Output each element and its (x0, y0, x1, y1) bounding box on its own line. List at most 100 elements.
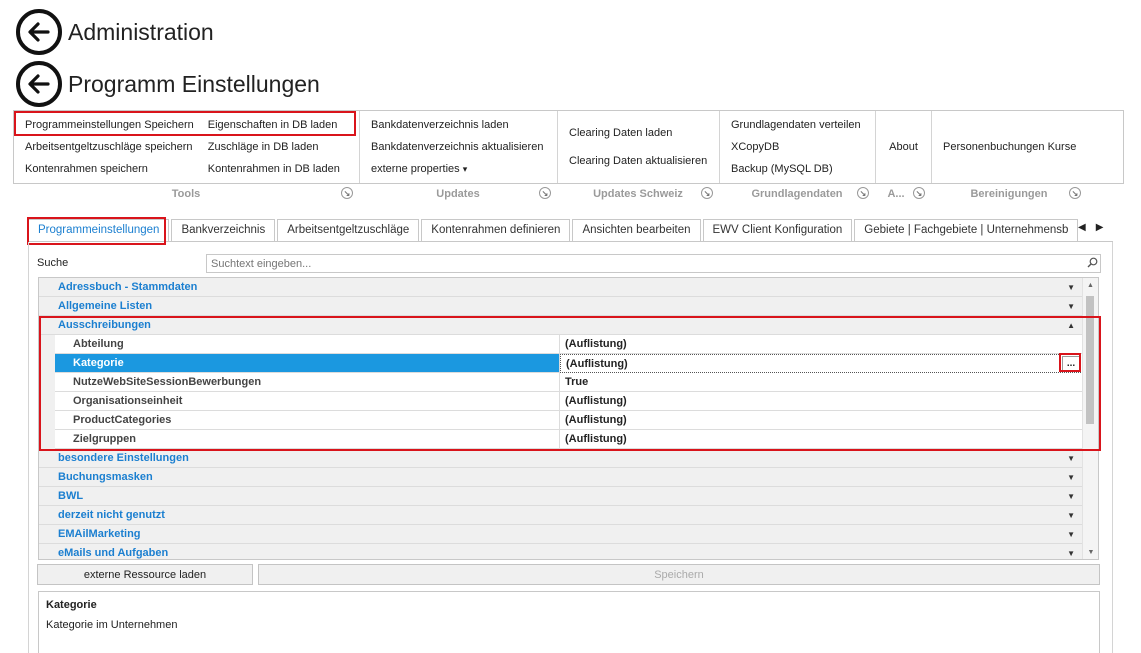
save-chart-of-accounts-button[interactable]: Kontenrahmen speichern (22, 160, 197, 178)
dialog-launcher-icon[interactable]: ↘ (857, 187, 869, 199)
chevron-down-icon: ▼ (1067, 548, 1075, 558)
load-clearing-data-button[interactable]: Clearing Daten laden (566, 124, 710, 142)
grid-category[interactable]: derzeit nicht genutzt ▼ (39, 506, 1083, 525)
page-title: Programm Einstellungen (68, 70, 320, 97)
dialog-launcher-icon[interactable]: ↘ (539, 187, 551, 199)
property-row[interactable]: Zielgruppen (Auflistung) (39, 430, 1083, 449)
property-value-text: (Auflistung) (565, 395, 627, 407)
property-row[interactable]: Abteilung (Auflistung) (39, 335, 1083, 354)
property-value[interactable]: (Auflistung) (560, 411, 1083, 430)
ribbon-column: Grundlagendaten verteilen XCopyDB Backup… (724, 114, 868, 180)
chevron-down-icon: ▼ (1067, 301, 1075, 311)
load-chart-of-accounts-button[interactable]: Kontenrahmen in DB laden (205, 160, 343, 178)
back-row-programm: Programm Einstellungen (16, 61, 320, 107)
dialog-launcher-icon[interactable]: ↘ (913, 187, 925, 199)
ribbon-label-grundlagendaten: Grundlagendaten ↘ (719, 185, 875, 203)
ribbon-label-tools: Tools ↘ (13, 185, 359, 203)
chevron-down-icon: ▼ (1067, 491, 1075, 501)
external-properties-dropdown[interactable]: externe properties ▾ (368, 160, 546, 178)
backup-mysql-button[interactable]: Backup (MySQL DB) (728, 160, 864, 178)
scroll-down-icon[interactable]: ▼ (1083, 545, 1098, 559)
grid-category[interactable]: BWL ▼ (39, 487, 1083, 506)
ribbon-column: About (882, 114, 925, 180)
tab-arbeitsentgeltzuschlaege[interactable]: Arbeitsentgeltzuschläge (277, 219, 420, 242)
xcopydb-button[interactable]: XCopyDB (728, 138, 864, 156)
tab-scroll-left-icon[interactable]: ◀ (1078, 222, 1086, 233)
property-value[interactable]: (Auflistung) (560, 392, 1083, 411)
tab-programmeinstellungen[interactable]: Programmeinstellungen (28, 219, 170, 242)
chevron-down-icon: ▼ (1067, 472, 1075, 482)
load-external-resource-button[interactable]: externe Ressource laden (37, 564, 253, 585)
property-value[interactable]: (Auflistung)... (560, 354, 1083, 373)
property-row-selected[interactable]: Kategorie (Auflistung)... (39, 354, 1083, 373)
tab-strip: Programmeinstellungen Bankverzeichnis Ar… (28, 219, 1092, 242)
tab-ansichten[interactable]: Ansichten bearbeiten (572, 219, 701, 242)
category-label: Ausschreibungen (58, 319, 151, 331)
back-arrow-icon[interactable] (16, 61, 62, 107)
tab-gebiete[interactable]: Gebiete | Fachgebiete | Unternehmensb (854, 219, 1079, 242)
ribbon-label-text: Grundlagendaten (751, 188, 843, 200)
property-name: NutzeWebSiteSessionBewerbungen (55, 373, 560, 392)
grid-category-expanded[interactable]: Ausschreibungen ▲ (39, 316, 1083, 335)
category-label: eMails und Aufgaben (58, 547, 169, 559)
vertical-scrollbar[interactable]: ▲ ▼ (1082, 278, 1098, 559)
description-panel: Kategorie Kategorie im Unternehmen (38, 591, 1100, 653)
description-title: Kategorie (46, 599, 97, 611)
property-row[interactable]: ProductCategories (Auflistung) (39, 411, 1083, 430)
property-name: ProductCategories (55, 411, 560, 430)
chevron-down-icon: ▼ (1067, 510, 1075, 520)
distribute-base-data-button[interactable]: Grundlagendaten verteilen (728, 116, 864, 134)
property-value[interactable]: (Auflistung) (560, 335, 1083, 354)
grid-category[interactable]: eMails und Aufgaben ▼ (39, 544, 1083, 559)
ribbon-column: Personenbuchungen Kurse (936, 114, 1083, 180)
ribbon-column: Programmeinstellungen Speichern Arbeitse… (18, 114, 201, 180)
search-input[interactable] (211, 257, 1084, 270)
scrollbar-thumb[interactable] (1086, 296, 1094, 424)
ribbon-group-updates-schweiz: Clearing Daten laden Clearing Daten aktu… (558, 111, 720, 183)
person-bookings-courses-button[interactable]: Personenbuchungen Kurse (940, 138, 1079, 156)
grid-category[interactable]: Allgemeine Listen ▼ (39, 297, 1083, 316)
property-value[interactable]: (Auflistung) (560, 430, 1083, 449)
about-button[interactable]: About (886, 138, 921, 156)
property-row[interactable]: Organisationseinheit (Auflistung) (39, 392, 1083, 411)
ribbon-group-tools: Programmeinstellungen Speichern Arbeitse… (14, 111, 360, 183)
category-label: Adressbuch - Stammdaten (58, 281, 198, 293)
dialog-launcher-icon[interactable]: ↘ (701, 187, 713, 199)
property-value-text: (Auflistung) (565, 433, 627, 445)
grid-category[interactable]: Buchungsmasken ▼ (39, 468, 1083, 487)
property-value-text: (Auflistung) (566, 357, 628, 370)
tab-kontenrahmen[interactable]: Kontenrahmen definieren (421, 219, 571, 242)
dialog-launcher-icon[interactable]: ↘ (341, 187, 353, 199)
update-clearing-data-button[interactable]: Clearing Daten aktualisieren (566, 152, 710, 170)
save-settings-button[interactable]: Programmeinstellungen Speichern (22, 116, 197, 134)
tab-ewv-client[interactable]: EWV Client Konfiguration (702, 219, 853, 242)
update-bank-directory-button[interactable]: Bankdatenverzeichnis aktualisieren (368, 138, 546, 156)
load-bank-directory-button[interactable]: Bankdatenverzeichnis laden (368, 116, 546, 134)
ribbon-column: Eigenschaften in DB laden Zuschläge in D… (201, 114, 347, 180)
search-icon[interactable] (1084, 257, 1100, 271)
category-label: derzeit nicht genutzt (58, 509, 165, 521)
ribbon-group-labels: Tools ↘ Updates ↘ Updates Schweiz ↘ Grundla… (13, 185, 1124, 203)
grid-category[interactable]: besondere Einstellungen ▼ (39, 449, 1083, 468)
tab-scroll-right-icon[interactable]: ▶ (1096, 222, 1104, 233)
property-name: Kategorie (55, 354, 560, 373)
load-surcharges-button[interactable]: Zuschläge in DB laden (205, 138, 343, 156)
grid-category[interactable]: EMAilMarketing ▼ (39, 525, 1083, 544)
grid-category[interactable]: Adressbuch - Stammdaten ▼ (39, 278, 1083, 297)
back-arrow-icon[interactable] (16, 9, 62, 55)
dialog-launcher-icon[interactable]: ↘ (1069, 187, 1081, 199)
load-properties-button[interactable]: Eigenschaften in DB laden (205, 116, 343, 134)
back-row-administration: Administration (16, 9, 214, 55)
row-gutter (39, 354, 55, 373)
save-surcharges-button[interactable]: Arbeitsentgeltzuschläge speichern (22, 138, 197, 156)
scroll-up-icon[interactable]: ▲ (1083, 278, 1098, 292)
ribbon-label-updates-schweiz: Updates Schweiz ↘ (557, 185, 719, 203)
ellipsis-button[interactable]: ... (1062, 356, 1080, 371)
tab-bankverzeichnis[interactable]: Bankverzeichnis (171, 219, 276, 242)
property-value[interactable]: True (560, 373, 1083, 392)
ribbon-label-text: Updates (436, 188, 480, 200)
chevron-down-icon: ▼ (1067, 453, 1075, 463)
save-button[interactable]: Speichern (258, 564, 1100, 585)
category-label: besondere Einstellungen (58, 452, 189, 464)
property-row[interactable]: NutzeWebSiteSessionBewerbungen True (39, 373, 1083, 392)
